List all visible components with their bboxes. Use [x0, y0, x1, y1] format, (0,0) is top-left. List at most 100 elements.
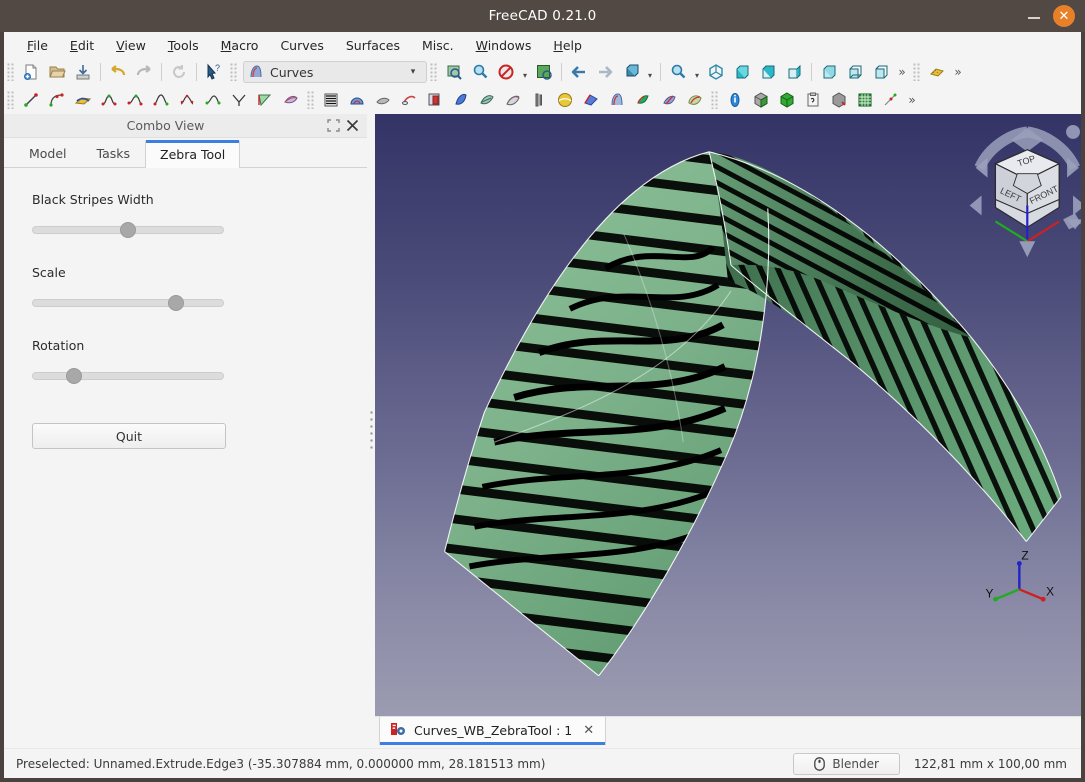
panel-splitter[interactable]	[367, 114, 375, 748]
zoom-icon[interactable]	[665, 60, 691, 84]
black-stripes-width-handle[interactable]	[120, 222, 136, 238]
sphere-surface-icon[interactable]	[552, 88, 578, 112]
multi-loft-icon[interactable]	[526, 88, 552, 112]
open-document-icon[interactable]	[44, 60, 70, 84]
axonometric-view-icon[interactable]	[618, 60, 644, 84]
toolbar-grip[interactable]	[711, 91, 719, 109]
blend-curve-icon[interactable]	[70, 88, 96, 112]
new-document-icon[interactable]	[18, 60, 44, 84]
workbench-selector[interactable]: Curves ▾	[243, 61, 427, 83]
document-tab[interactable]: Curves_WB_ZebraTool : 1 ✕	[379, 717, 607, 745]
isocurve-icon[interactable]	[344, 88, 370, 112]
green-cube-icon[interactable]	[774, 88, 800, 112]
toolbar-overflow-chevron-2[interactable]: »	[950, 65, 966, 79]
isometric-view-icon[interactable]	[703, 60, 729, 84]
toolbar-overflow-chevron[interactable]: »	[894, 65, 910, 79]
rotation-handle[interactable]	[66, 368, 83, 384]
menu-edit[interactable]: Edit	[59, 35, 105, 56]
undock-icon[interactable]	[327, 119, 340, 132]
map-sketch-icon[interactable]	[656, 88, 682, 112]
menu-file[interactable]: File	[16, 35, 59, 56]
toolbar-grip[interactable]	[307, 91, 315, 109]
menu-misc[interactable]: Misc.	[411, 35, 465, 56]
navigation-style-button[interactable]: Blender	[793, 752, 900, 775]
boundary-surface-icon[interactable]	[578, 88, 604, 112]
tab-tasks[interactable]: Tasks	[82, 139, 146, 167]
surface-extend-icon[interactable]	[448, 88, 474, 112]
info-icon[interactable]	[722, 88, 748, 112]
draw-style-dropdown-arrow[interactable]: ▾	[519, 60, 531, 84]
close-button[interactable]: ✕	[1053, 5, 1075, 27]
line-icon[interactable]	[18, 88, 44, 112]
toolbar-grip[interactable]	[7, 63, 15, 81]
toolbar-grip[interactable]	[230, 63, 238, 81]
menu-surfaces[interactable]: Surfaces	[335, 35, 411, 56]
forward-view-icon[interactable]	[592, 60, 618, 84]
black-stripes-width-slider[interactable]	[32, 219, 224, 241]
fit-all-icon[interactable]	[441, 60, 467, 84]
redo-icon[interactable]	[131, 60, 157, 84]
rotation-slider[interactable]	[32, 365, 224, 387]
extend-curve-icon[interactable]	[252, 88, 278, 112]
approximate-icon[interactable]	[122, 88, 148, 112]
minimize-button[interactable]	[1027, 9, 1041, 23]
discretize-icon[interactable]	[174, 88, 200, 112]
measure-icon[interactable]	[924, 60, 950, 84]
undo-icon[interactable]	[105, 60, 131, 84]
view-dropdown-arrow[interactable]: ▾	[644, 60, 656, 84]
fit-selection-icon[interactable]	[467, 60, 493, 84]
scale-slider[interactable]	[32, 292, 224, 314]
profile-support-icon[interactable]	[422, 88, 448, 112]
ruled-surface-icon[interactable]	[474, 88, 500, 112]
bspline-icon[interactable]	[44, 88, 70, 112]
flatten-face-icon[interactable]	[630, 88, 656, 112]
menu-view[interactable]: View	[105, 35, 157, 56]
zoom-dropdown-arrow[interactable]: ▾	[691, 60, 703, 84]
tab-zebra-tool[interactable]: Zebra Tool	[145, 140, 241, 168]
trim-face-icon[interactable]	[278, 88, 304, 112]
draw-style-icon[interactable]	[493, 60, 519, 84]
scale-handle[interactable]	[168, 295, 184, 311]
std-view-box-icon[interactable]	[531, 60, 557, 84]
zebra-tool-icon[interactable]	[318, 88, 344, 112]
bottom-view-icon[interactable]	[842, 60, 868, 84]
clipboard-icon[interactable]	[800, 88, 826, 112]
top-view-icon[interactable]	[755, 60, 781, 84]
menu-curves[interactable]: Curves	[269, 35, 334, 56]
3d-viewport[interactable]: TOP LEFT FRONT Z Y X	[375, 114, 1081, 716]
mouse-icon	[814, 756, 826, 771]
back-view-icon[interactable]	[566, 60, 592, 84]
shape-icon[interactable]	[826, 88, 852, 112]
parametric-curve-icon[interactable]	[148, 88, 174, 112]
pipeshell-icon[interactable]	[396, 88, 422, 112]
menu-help[interactable]: Help	[542, 35, 593, 56]
menu-windows[interactable]: Windows	[465, 35, 543, 56]
rear-view-icon[interactable]	[816, 60, 842, 84]
whats-this-icon[interactable]: ?	[201, 60, 227, 84]
join-curve-icon[interactable]	[200, 88, 226, 112]
menu-macro[interactable]: Macro	[210, 35, 270, 56]
split-curve-icon[interactable]	[226, 88, 252, 112]
grid-icon[interactable]	[852, 88, 878, 112]
document-tab-close-icon[interactable]: ✕	[580, 723, 597, 738]
toolbar-overflow-chevron-3[interactable]: »	[904, 93, 920, 107]
points-icon[interactable]	[878, 88, 904, 112]
save-document-icon[interactable]	[70, 60, 96, 84]
toolbar-grip[interactable]	[913, 63, 921, 81]
close-icon[interactable]	[346, 119, 359, 132]
curves-face-icon[interactable]	[604, 88, 630, 112]
left-view-icon[interactable]	[868, 60, 894, 84]
quit-button[interactable]: Quit	[32, 423, 226, 449]
segment-surface-icon[interactable]	[500, 88, 526, 112]
solid-cube-icon[interactable]	[748, 88, 774, 112]
tab-model[interactable]: Model	[14, 139, 82, 167]
paste-surface-icon[interactable]	[682, 88, 708, 112]
menu-tools[interactable]: Tools	[157, 35, 210, 56]
interpolate-icon[interactable]	[96, 88, 122, 112]
toolbar-grip[interactable]	[430, 63, 438, 81]
toolbar-grip[interactable]	[7, 91, 15, 109]
front-view-icon[interactable]	[729, 60, 755, 84]
chevron-down-icon[interactable]: ▾	[404, 67, 422, 77]
right-view-icon[interactable]	[781, 60, 807, 84]
sweep-surface-icon[interactable]	[370, 88, 396, 112]
